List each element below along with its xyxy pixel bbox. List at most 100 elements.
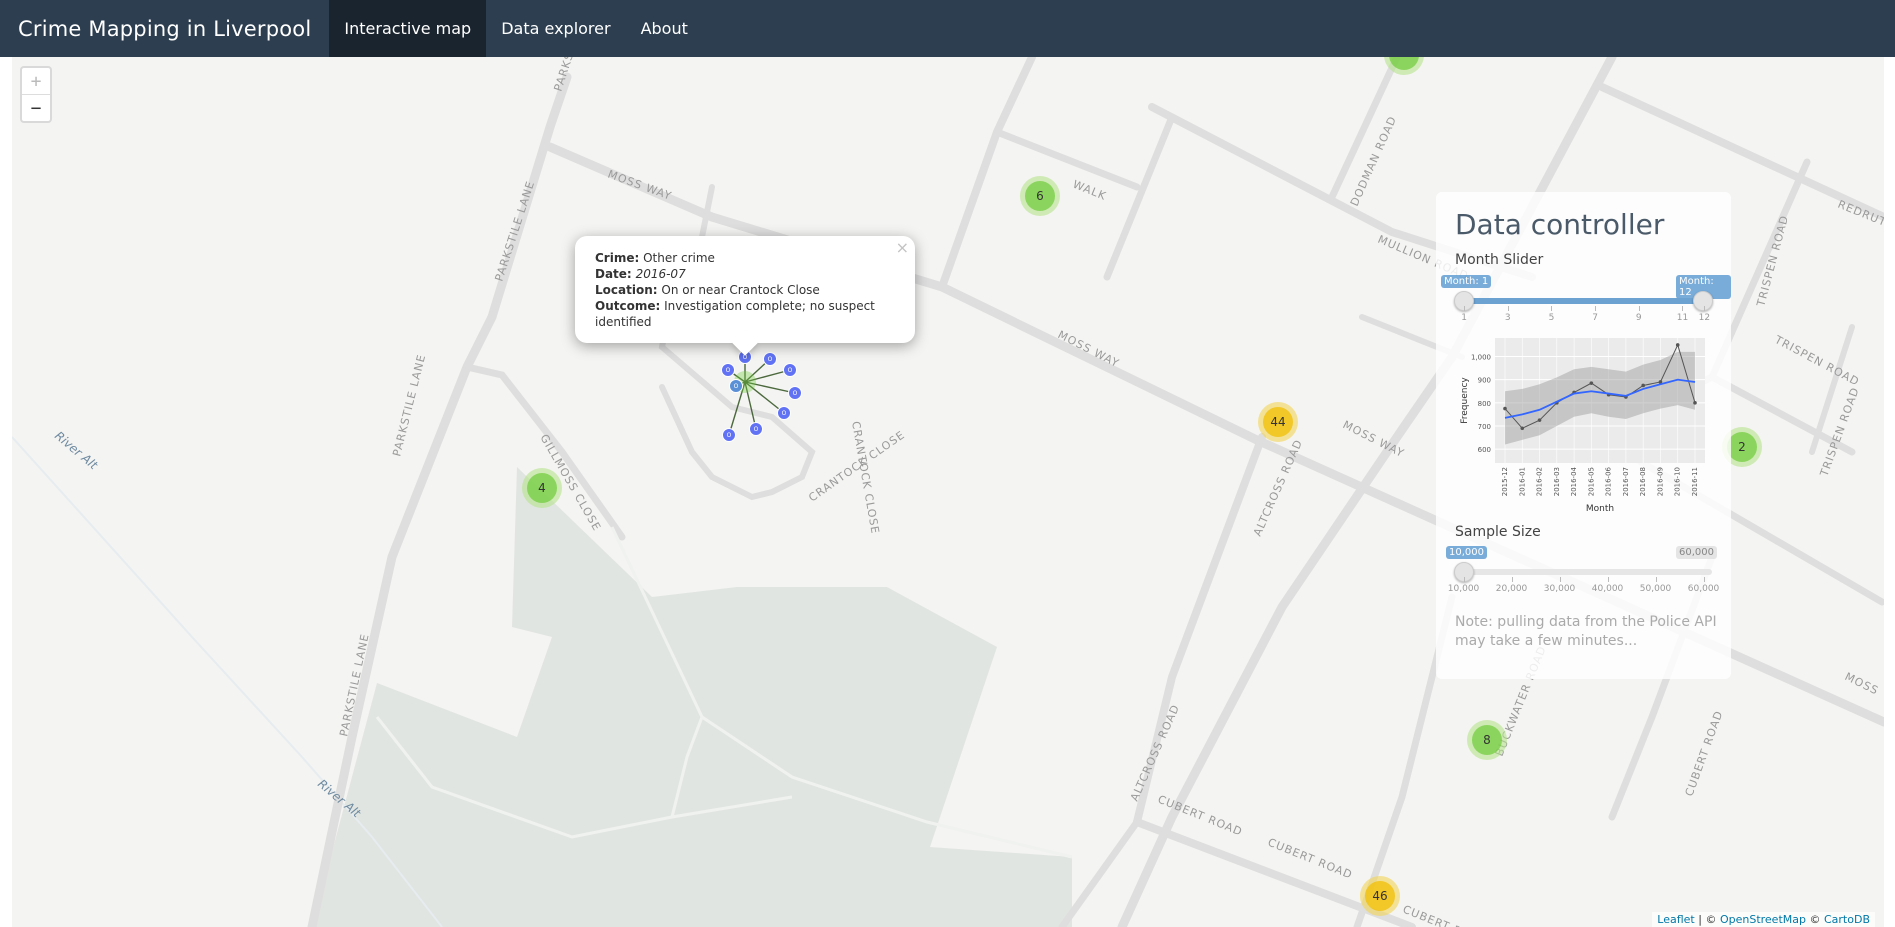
- crime-marker[interactable]: O: [749, 422, 763, 436]
- popup-close-button[interactable]: ×: [896, 238, 909, 257]
- cluster-count: 8: [1472, 725, 1502, 755]
- chart-data-point: [1675, 343, 1680, 347]
- zoom-out-button[interactable]: −: [22, 95, 50, 121]
- slider-tick-label: 12: [1698, 313, 1711, 323]
- crime-marker[interactable]: O: [729, 379, 743, 393]
- month-slider-label: Month Slider: [1455, 252, 1544, 268]
- chart-x-tick-label: 2016-10: [1674, 467, 1682, 496]
- cluster-count: 4: [527, 473, 557, 503]
- street-label-walk: WALK: [1071, 178, 1108, 203]
- zoom-in-button[interactable]: +: [22, 68, 50, 95]
- chart-x-tick-label: 2016-04: [1570, 466, 1578, 496]
- chart-data-point: [1641, 383, 1645, 388]
- slider-tick-label: 60,000: [1687, 584, 1720, 594]
- slider-tick-mark: [1608, 577, 1609, 582]
- slider-tick-label: 10,000: [1447, 584, 1480, 594]
- street-label-altcross-road: ALTCROSS ROAD: [1128, 702, 1182, 803]
- chart-y-tick-label: 700: [1478, 423, 1491, 431]
- slider-tick-label: 1: [1461, 313, 1468, 323]
- slider-tick-mark: [1656, 577, 1657, 582]
- cluster-marker[interactable]: 8: [1467, 720, 1507, 760]
- cluster-marker[interactable]: 6: [1020, 176, 1060, 216]
- chart-x-tick-label: 2016-02: [1536, 467, 1544, 496]
- chart-data-point: [1693, 401, 1697, 405]
- river-label: River Alt: [52, 429, 101, 473]
- street-label-moss: MOSS: [1843, 670, 1881, 698]
- tab-interactive-map[interactable]: Interactive map: [329, 0, 487, 57]
- popup-crime-label: Crime:: [595, 251, 640, 265]
- tab-about[interactable]: About: [626, 0, 703, 57]
- slider-tick-label: 9: [1635, 313, 1642, 323]
- crime-marker[interactable]: O: [763, 352, 777, 366]
- street-label-cubert-road: CUBERT ROAD: [1683, 709, 1726, 798]
- slider-tick-label: 20,000: [1495, 584, 1528, 594]
- popup-crime-value: Other crime: [643, 251, 715, 265]
- chart-x-tick-label: 2016-03: [1553, 467, 1561, 496]
- street-label-crantock-close: CRANTOCK CLOSE: [849, 420, 882, 535]
- slider-tick-mark: [1682, 306, 1684, 311]
- chart-x-tick-label: 2015-12: [1501, 467, 1509, 496]
- chart-data-point: [1503, 406, 1507, 411]
- frequency-chart: 1,000 900 800 700 600 2015-12 2016-01 2016-02 20…: [1460, 338, 1705, 514]
- slider-tick-label: 3: [1504, 313, 1511, 323]
- crime-marker[interactable]: O: [722, 428, 736, 442]
- chart-y-tick-label: 900: [1478, 377, 1491, 385]
- cluster-count: 44: [1263, 407, 1293, 437]
- slider-tick-label: 11: [1676, 313, 1689, 323]
- slider-tick-mark: [1551, 306, 1553, 311]
- sample-size-track: [1464, 569, 1712, 575]
- chart-x-tick-label: 2016-05: [1587, 467, 1595, 496]
- slider-tick-mark: [1704, 306, 1705, 311]
- chart-x-axis-label: Month: [1586, 504, 1614, 514]
- slider-tick-mark: [1594, 306, 1596, 311]
- zoom-control: + −: [20, 66, 52, 123]
- chart-y-tick-label: 800: [1478, 400, 1491, 408]
- crime-marker[interactable]: O: [783, 363, 797, 377]
- slider-tick-mark: [1560, 577, 1561, 582]
- slider-tick-mark: [1464, 577, 1465, 582]
- attribution-sep: | ©: [1694, 913, 1720, 926]
- chart-data-point: [1520, 426, 1525, 431]
- osm-link[interactable]: OpenStreetMap: [1720, 913, 1806, 926]
- sample-size-label: Sample Size: [1455, 524, 1541, 540]
- month-slider-handle-to[interactable]: [1693, 291, 1713, 311]
- slider-tick-label: 7: [1592, 313, 1598, 323]
- cartodb-link[interactable]: CartoDB: [1824, 913, 1870, 926]
- slider-tick-label: 5: [1548, 313, 1555, 323]
- cluster-marker[interactable]: 46: [1360, 876, 1400, 916]
- cluster-marker[interactable]: 44: [1258, 402, 1298, 442]
- navbar: Crime Mapping in Liverpool Interactive m…: [0, 0, 1895, 57]
- tab-data-explorer[interactable]: Data explorer: [486, 0, 625, 57]
- sample-size-to-label: 60,000: [1676, 546, 1717, 559]
- crime-marker[interactable]: O: [788, 386, 802, 400]
- crime-marker[interactable]: O: [777, 406, 791, 420]
- cluster-count: 2: [1727, 432, 1757, 462]
- slider-tick-mark: [1507, 306, 1509, 311]
- slider-tick-mark: [1464, 306, 1465, 311]
- chart-y-tick-label: 1,000: [1471, 354, 1491, 362]
- street-label-cubert-road: CUBERT ROAD: [1401, 903, 1490, 927]
- street-label-dodman-road: DODMAN ROAD: [1348, 114, 1400, 208]
- slider-tick-mark: [1704, 577, 1705, 582]
- chart-x-tick-label: 2016-11: [1691, 467, 1699, 496]
- slider-tick-label: 40,000: [1591, 584, 1624, 594]
- chart-x-tick-label: 2016-07: [1622, 467, 1630, 496]
- popup-content: Crime: Other crime Date: 2016-07 Locatio…: [575, 236, 915, 330]
- slider-tick-label: 50,000: [1639, 584, 1672, 594]
- cluster-count: 6: [1025, 181, 1055, 211]
- panel-title: Data controller: [1455, 208, 1665, 241]
- data-controller-panel[interactable]: Data controller Month Slider Month: 1 Mo…: [1436, 192, 1731, 679]
- chart-y-axis-label: Frequency: [1460, 377, 1470, 424]
- crime-marker[interactable]: O: [721, 363, 735, 377]
- cluster-marker[interactable]: 4: [522, 468, 562, 508]
- month-slider-range: [1464, 298, 1704, 304]
- slider-tick-mark: [1512, 577, 1513, 582]
- sample-size-from-label: 10,000: [1446, 546, 1487, 559]
- map-attribution: Leaflet | © OpenStreetMap © CartoDB: [1652, 912, 1875, 927]
- chart-x-tick-label: 2016-08: [1639, 467, 1647, 496]
- leaflet-link[interactable]: Leaflet: [1657, 913, 1694, 926]
- street-label-parkstile-lane: PARKSTILE LANE: [390, 353, 428, 458]
- app-brand[interactable]: Crime Mapping in Liverpool: [0, 0, 329, 57]
- slider-tick-label: 30,000: [1543, 584, 1576, 594]
- attribution-sep: ©: [1805, 913, 1824, 926]
